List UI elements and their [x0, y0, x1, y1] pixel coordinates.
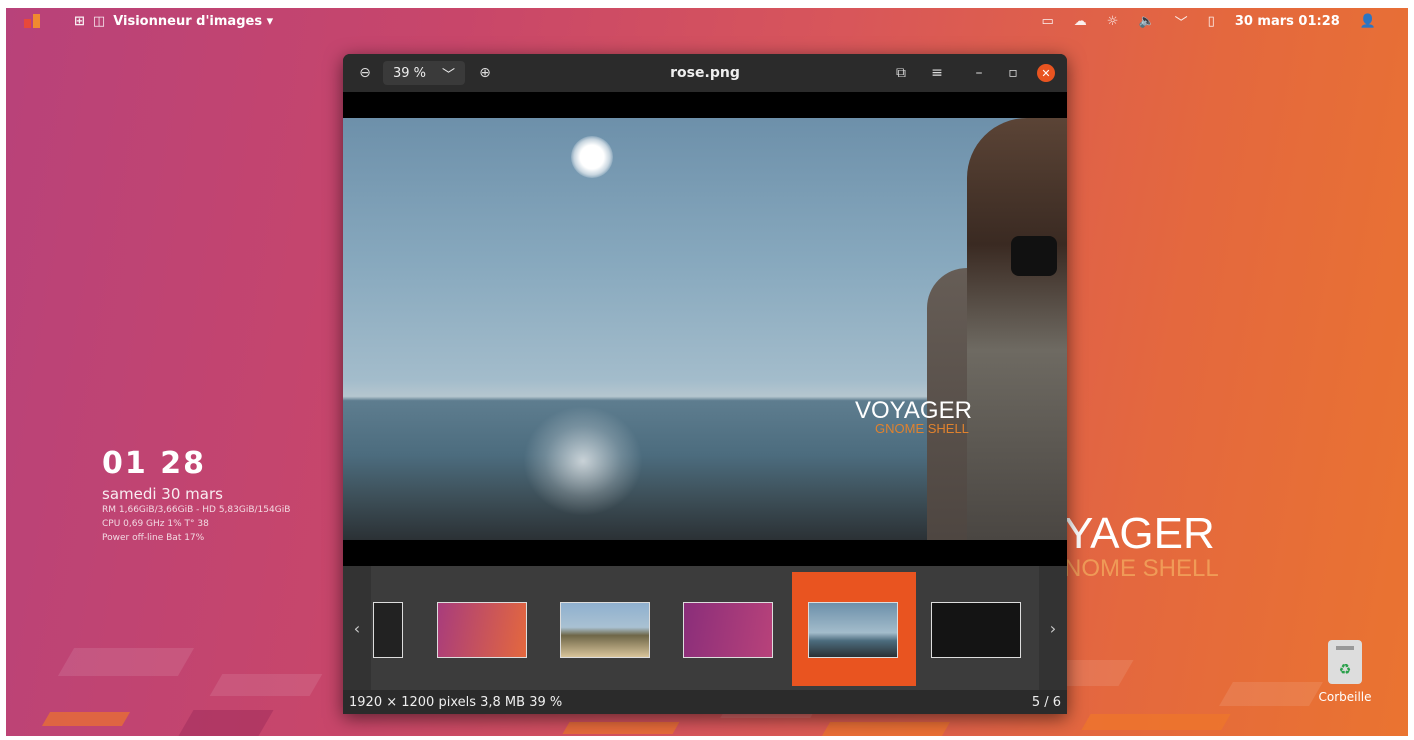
- image-canvas[interactable]: VOYAGER GNOME SHELL: [343, 92, 1067, 566]
- zoom-out-icon[interactable]: ⊖: [355, 61, 375, 85]
- status-bar: 1920 × 1200 pixels 3,8 MB 39 % 5 / 6: [343, 690, 1067, 714]
- system-monitor-widget: 01 28 samedi 30 mars RM 1,66GiB/3,66GiB …: [102, 446, 290, 545]
- activities-grid-icon[interactable]: ⊞: [74, 14, 85, 29]
- trash-label: Corbeille: [1318, 690, 1372, 704]
- maximize-icon[interactable]: ▫: [1003, 61, 1023, 85]
- app-menu-label[interactable]: Visionneur d'images ▾: [113, 14, 273, 29]
- displayed-image: VOYAGER GNOME SHELL: [343, 118, 1067, 540]
- widget-time: 01 28: [102, 446, 206, 481]
- desktop-brand-sub: NOME SHELL: [1064, 555, 1219, 582]
- activities-logo-icon[interactable]: [24, 8, 42, 34]
- brightness-icon[interactable]: ☼: [1107, 14, 1119, 29]
- header-bar: ⊖ 39 % ﹀ ⊕ rose.png ⧉ ≡ – ▫ ✕: [343, 54, 1067, 92]
- app-menu[interactable]: ⊞ ◫ Visionneur d'images ▾: [74, 8, 273, 34]
- sunglasses: [1011, 236, 1057, 276]
- hamburger-menu-icon[interactable]: ≡: [927, 61, 947, 85]
- sun-shape: [571, 136, 613, 178]
- thumbnail-3[interactable]: [560, 602, 650, 658]
- chevron-right-icon: ›: [1049, 618, 1057, 638]
- image-app-icon: ◫: [92, 13, 106, 29]
- battery-icon[interactable]: ▯: [1208, 14, 1215, 29]
- top-bar: ⊞ ◫ Visionneur d'images ▾ ▭ ☁ ☼ 🔈 ﹀ ▯ 30…: [6, 8, 1408, 34]
- chevron-left-icon: ‹: [353, 618, 361, 638]
- thumbnail-1[interactable]: [373, 602, 403, 658]
- status-area: ▭ ☁ ☼ 🔈 ﹀ ▯ 30 mars 01:28 👤: [1042, 8, 1377, 34]
- image-overlay-text: VOYAGER GNOME SHELL: [855, 397, 972, 436]
- widget-date: samedi 30 mars: [102, 485, 223, 503]
- zoom-value: 39 %: [393, 65, 427, 81]
- image-overlay-brand: VOYAGER: [855, 397, 972, 424]
- widget-power-line: Power off-line Bat 17%: [102, 533, 205, 543]
- widget-cpu-line: CPU 0,69 GHz 1% T° 38: [102, 519, 209, 529]
- water-glare: [523, 406, 643, 516]
- thumbnail-5[interactable]: [808, 602, 898, 658]
- widget-memory-line: RM 1,66GiB/3,66GiB - HD 5,83GiB/154GiB: [102, 505, 291, 515]
- person-silhouette: [967, 118, 1067, 540]
- terminal-icon[interactable]: ▭: [1042, 14, 1054, 29]
- close-icon[interactable]: ✕: [1037, 64, 1055, 82]
- fullscreen-icon[interactable]: ⧉: [891, 61, 911, 85]
- volume-icon[interactable]: 🔈: [1138, 14, 1154, 29]
- gallery-next-button[interactable]: ›: [1039, 566, 1067, 690]
- zoom-dropdown[interactable]: 39 % ﹀: [383, 61, 465, 85]
- minimize-icon[interactable]: –: [969, 61, 989, 85]
- gallery-prev-button[interactable]: ‹: [343, 566, 371, 690]
- weather-icon[interactable]: ☁: [1074, 14, 1087, 29]
- clock-datetime[interactable]: 30 mars 01:28: [1235, 14, 1340, 29]
- trash-icon[interactable]: ♻: [1328, 640, 1362, 684]
- trash-desktop-icon[interactable]: ♻ Corbeille: [1316, 640, 1374, 704]
- image-overlay-sub: GNOME SHELL: [875, 421, 969, 436]
- chevron-down-icon: ﹀: [441, 67, 455, 83]
- image-info: 1920 × 1200 pixels 3,8 MB 39 %: [349, 694, 563, 710]
- desktop-brand-main: YAGER: [1064, 509, 1215, 558]
- thumbnail-4[interactable]: [683, 602, 773, 658]
- network-icon[interactable]: ﹀: [1175, 12, 1188, 31]
- thumbnail-2[interactable]: [437, 602, 527, 658]
- user-icon[interactable]: 👤: [1360, 14, 1376, 29]
- image-position: 5 / 6: [1031, 694, 1061, 710]
- zoom-in-icon[interactable]: ⊕: [475, 61, 495, 85]
- desktop-brand-text: YAGER NOME SHELL: [1064, 512, 1219, 582]
- thumbnail-gallery: ‹ ›: [343, 566, 1067, 690]
- image-viewer-window: ⊖ 39 % ﹀ ⊕ rose.png ⧉ ≡ – ▫ ✕ VOYAGER GN…: [343, 54, 1067, 714]
- thumbnail-6[interactable]: [931, 602, 1021, 658]
